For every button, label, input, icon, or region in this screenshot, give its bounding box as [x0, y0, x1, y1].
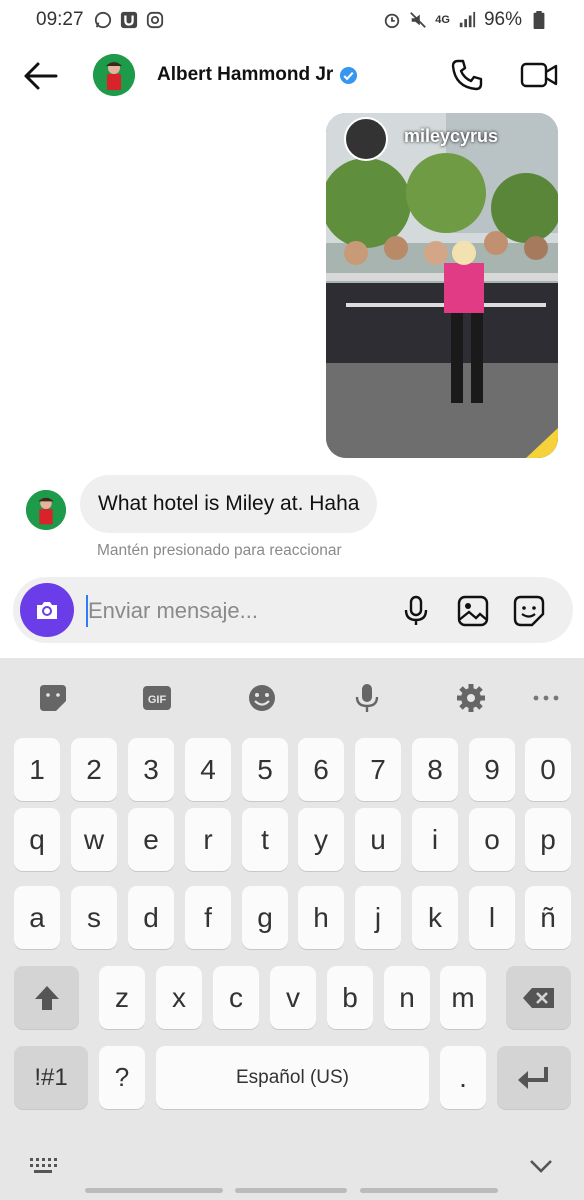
contact-avatar[interactable] — [93, 54, 135, 96]
enter-arrow-icon — [518, 1066, 548, 1089]
keyboard: GIF 1 2 3 4 5 6 7 8 9 0 q w e r t y u i … — [0, 658, 584, 1200]
story-image — [326, 113, 558, 458]
message-text: What hotel is Miley at. Haha — [98, 492, 360, 515]
contact-name: Albert Hammond Jr — [157, 64, 334, 85]
period-key[interactable]: . — [440, 1046, 486, 1109]
more-options-icon[interactable] — [530, 682, 562, 714]
nav-home-bar[interactable] — [235, 1188, 347, 1193]
backspace-key[interactable] — [506, 966, 571, 1029]
key-2[interactable]: 2 — [71, 738, 117, 801]
mute-icon — [410, 12, 427, 28]
alarm-icon — [385, 13, 400, 29]
key-1[interactable]: 1 — [14, 738, 60, 801]
story-username: mileycyrus — [404, 126, 499, 146]
shift-arrow-icon — [34, 985, 59, 1010]
camera-button[interactable] — [20, 583, 74, 637]
nav-back-bar[interactable] — [360, 1188, 498, 1193]
status-bar: 09:27 4G 96% — [0, 0, 584, 40]
story-author-avatar — [344, 117, 388, 161]
key-7[interactable]: 7 — [355, 738, 401, 801]
key-h[interactable]: h — [298, 886, 344, 949]
key-4[interactable]: 4 — [185, 738, 231, 801]
key-p[interactable]: p — [525, 808, 571, 871]
key-y[interactable]: y — [298, 808, 344, 871]
back-arrow-icon[interactable] — [22, 60, 58, 92]
key-a[interactable]: a — [14, 886, 60, 949]
key-v[interactable]: v — [270, 966, 316, 1029]
key-z[interactable]: z — [99, 966, 145, 1029]
key-u[interactable]: u — [355, 808, 401, 871]
question-key[interactable]: ? — [99, 1046, 145, 1109]
sticker-icon[interactable] — [512, 594, 546, 628]
chevron-down-icon[interactable] — [528, 1158, 554, 1174]
symbols-key[interactable]: !#1 — [14, 1046, 88, 1109]
chat-header: Albert Hammond Jr — [0, 44, 584, 108]
app: 09:27 4G 96% Albert Hammond Jr mileycyru… — [0, 0, 584, 1200]
gallery-icon[interactable] — [456, 594, 490, 628]
key-6[interactable]: 6 — [298, 738, 344, 801]
backspace-icon — [522, 987, 554, 1008]
key-f[interactable]: f — [185, 886, 231, 949]
key-b[interactable]: b — [327, 966, 373, 1029]
key-0[interactable]: 0 — [525, 738, 571, 801]
microphone-icon[interactable] — [399, 594, 433, 628]
key-s[interactable]: s — [71, 886, 117, 949]
status-time: 09:27 — [36, 9, 84, 30]
key-e[interactable]: e — [128, 808, 174, 871]
key-c[interactable]: c — [213, 966, 259, 1029]
message-bubble[interactable]: What hotel is Miley at. Haha — [80, 475, 378, 533]
camera-icon — [37, 602, 57, 619]
key-q[interactable]: q — [14, 808, 60, 871]
network-type: 4G — [435, 14, 450, 26]
phone-call-icon[interactable] — [450, 58, 484, 92]
key-o[interactable]: o — [469, 808, 515, 871]
sticker-keyboard-icon[interactable] — [37, 682, 69, 714]
settings-gear-icon[interactable] — [455, 682, 487, 714]
key-m[interactable]: m — [440, 966, 486, 1029]
key-g[interactable]: g — [242, 886, 288, 949]
contact-name-row[interactable]: Albert Hammond Jr — [157, 64, 358, 86]
keyboard-hide-icon[interactable] — [28, 1156, 58, 1176]
gif-icon[interactable]: GIF — [141, 682, 173, 714]
battery-icon — [533, 11, 545, 29]
message-input[interactable]: Enviar mensaje... — [88, 598, 258, 624]
key-5[interactable]: 5 — [242, 738, 288, 801]
system-nav-bar — [0, 1140, 584, 1200]
message-composer: Enviar mensaje... — [13, 577, 573, 643]
key-n-tilde[interactable]: ñ — [525, 886, 571, 949]
nav-recents-bar[interactable] — [85, 1188, 223, 1193]
svg-text:GIF: GIF — [148, 694, 167, 706]
reaction-hint: Mantén presionado para reaccionar — [97, 542, 342, 559]
key-8[interactable]: 8 — [412, 738, 458, 801]
key-w[interactable]: w — [71, 808, 117, 871]
instagram-icon — [146, 11, 163, 29]
key-n[interactable]: n — [384, 966, 430, 1029]
key-d[interactable]: d — [128, 886, 174, 949]
battery-percent: 96% — [483, 9, 522, 30]
verified-badge-icon — [340, 66, 358, 84]
signal-icon — [459, 11, 476, 28]
u-app-icon — [120, 11, 137, 29]
key-3[interactable]: 3 — [128, 738, 174, 801]
key-9[interactable]: 9 — [469, 738, 515, 801]
emoji-icon[interactable] — [246, 682, 278, 714]
key-j[interactable]: j — [355, 886, 401, 949]
enter-key[interactable] — [497, 1046, 571, 1109]
video-call-icon[interactable] — [520, 58, 558, 92]
key-x[interactable]: x — [156, 966, 202, 1029]
keyboard-toolbar: GIF — [0, 658, 584, 736]
shift-key[interactable] — [14, 966, 79, 1029]
sender-avatar[interactable] — [26, 490, 66, 530]
key-t[interactable]: t — [242, 808, 288, 871]
key-i[interactable]: i — [412, 808, 458, 871]
key-l[interactable]: l — [469, 886, 515, 949]
space-key[interactable]: Español (US) — [156, 1046, 429, 1109]
voice-input-icon[interactable] — [351, 682, 383, 714]
key-k[interactable]: k — [412, 886, 458, 949]
whatsapp-icon — [94, 11, 111, 29]
shared-story[interactable]: mileycyrus — [326, 113, 558, 458]
key-r[interactable]: r — [185, 808, 231, 871]
